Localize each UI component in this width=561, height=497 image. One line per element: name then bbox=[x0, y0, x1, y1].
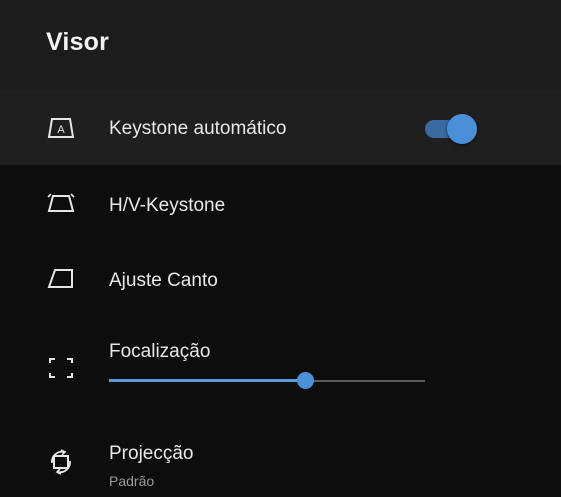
menu-item-focalizacao[interactable]: Focalização bbox=[0, 315, 561, 415]
auto-keystone-icon: A bbox=[46, 115, 76, 141]
svg-text:A: A bbox=[57, 124, 65, 136]
menu-item-projeccao[interactable]: Projecção Padrão bbox=[0, 415, 561, 497]
menu-item-sublabel: Padrão bbox=[109, 473, 155, 489]
menu-item-label: Focalização bbox=[109, 341, 211, 362]
menu-item-label: H/V-Keystone bbox=[109, 195, 226, 216]
menu-item-hv-keystone[interactable]: H/V-Keystone bbox=[0, 165, 561, 240]
menu-item-keystone-automatico[interactable]: A Keystone automático bbox=[0, 90, 561, 165]
keystone-automatico-toggle[interactable] bbox=[425, 114, 479, 144]
projection-rotate-icon bbox=[46, 449, 76, 475]
header-bar: Visor bbox=[0, 0, 561, 90]
keystone-trapezoid-icon bbox=[46, 190, 76, 216]
focus-slider[interactable] bbox=[109, 372, 425, 390]
toggle-knob bbox=[447, 114, 477, 144]
menu-item-label: Ajuste Canto bbox=[109, 270, 218, 291]
slider-fill bbox=[109, 379, 305, 382]
page-title: Visor bbox=[46, 28, 110, 56]
menu-item-ajuste-canto[interactable]: Ajuste Canto bbox=[0, 240, 561, 315]
menu-item-label: Keystone automático bbox=[109, 118, 287, 139]
slider-thumb[interactable] bbox=[297, 372, 314, 389]
corner-adjust-icon bbox=[46, 265, 76, 291]
focus-frame-icon bbox=[46, 355, 76, 381]
menu-item-label: Projecção bbox=[109, 443, 194, 464]
